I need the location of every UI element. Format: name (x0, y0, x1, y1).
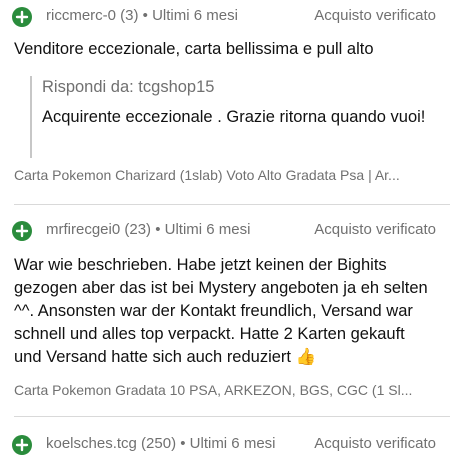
feedback-list: riccmerc-0 (3) • Ultimi 6 mesi Acquisto … (0, 0, 464, 463)
reviewer-username[interactable]: riccmerc-0 (3) • Ultimi 6 mesi (46, 7, 238, 24)
verified-purchase-label: Acquisto verificato (314, 221, 436, 238)
verified-purchase-label: Acquisto verificato (314, 7, 436, 24)
review-meta: riccmerc-0 (3) • Ultimi 6 mesi Acquisto … (0, 4, 464, 28)
review-meta: mrfirecgei0 (23) • Ultimi 6 mesi Acquist… (0, 218, 464, 242)
reply-text: Acquirente eccezionale . Grazie ritorna … (42, 108, 426, 126)
positive-feedback-icon (12, 435, 32, 455)
reviewer-username[interactable]: mrfirecgei0 (23) • Ultimi 6 mesi (46, 221, 250, 238)
positive-feedback-icon (12, 221, 32, 241)
divider (14, 416, 450, 417)
positive-feedback-icon (12, 7, 32, 27)
review-text: War wie beschrieben. Habe jetzt keinen d… (14, 256, 428, 366)
reviewer-username[interactable]: koelsches.tcg (250) • Ultimi 6 mesi (46, 435, 276, 452)
reply-header: Rispondi da: tcgshop15 (42, 78, 215, 96)
review-text: Venditore eccezionale, carta bellissima … (14, 40, 374, 58)
purchased-item-title[interactable]: Carta Pokemon Gradata 10 PSA, ARKEZON, B… (14, 382, 412, 398)
seller-reply: Rispondi da: tcgshop15 Acquirente eccezi… (30, 76, 452, 158)
review-meta: koelsches.tcg (250) • Ultimi 6 mesi Acqu… (0, 432, 464, 456)
verified-purchase-label: Acquisto verificato (314, 435, 436, 452)
purchased-item-title[interactable]: Carta Pokemon Charizard (1slab) Voto Alt… (14, 167, 400, 183)
divider (14, 204, 450, 205)
